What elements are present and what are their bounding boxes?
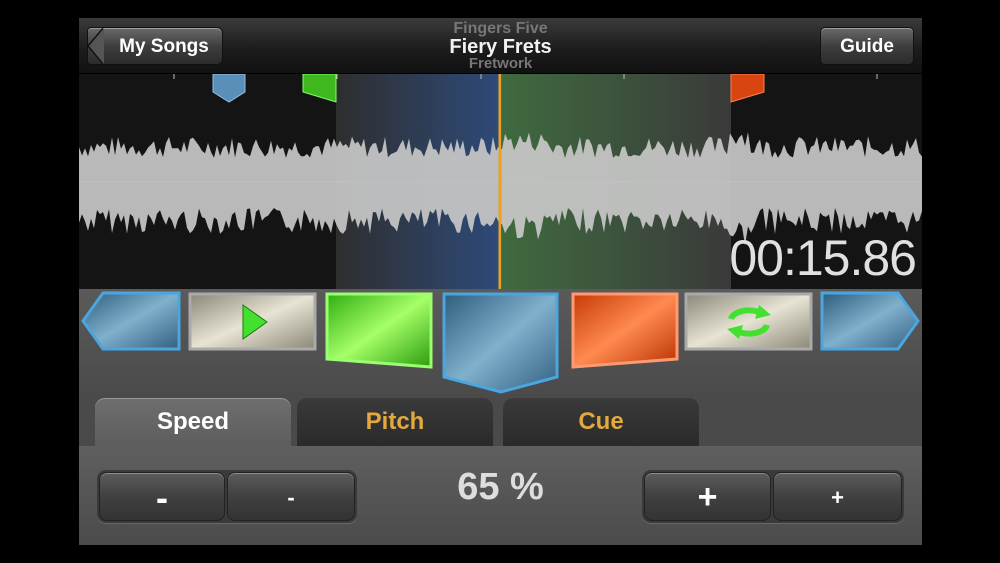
- skip-forward-button[interactable]: [820, 291, 920, 351]
- tab-cue[interactable]: Cue: [503, 398, 699, 446]
- speed-panel: - - 65 % + +: [79, 446, 922, 545]
- set-loop-start-button[interactable]: [325, 292, 433, 369]
- tab-speed[interactable]: Speed: [95, 398, 291, 450]
- guide-label: Guide: [840, 36, 894, 57]
- skip-back-button[interactable]: [81, 291, 181, 351]
- album-name: Fretwork: [468, 55, 533, 72]
- speed-increase-large-button[interactable]: +: [644, 472, 771, 521]
- speed-increase-small-button[interactable]: +: [773, 472, 902, 521]
- tab-bar: Speed Pitch Cue: [79, 394, 922, 450]
- play-button[interactable]: [188, 292, 317, 351]
- navigation-bar: My Songs Fingers Five Fiery Frets Fretwo…: [79, 18, 922, 74]
- app-window: My Songs Fingers Five Fiery Frets Fretwo…: [79, 18, 922, 545]
- transport-controls: [79, 289, 922, 399]
- waveform-view[interactable]: 00:15.86: [79, 74, 922, 289]
- loop-start-marker-flag[interactable]: [302, 74, 337, 103]
- toggle-loop-button[interactable]: [684, 292, 813, 351]
- speed-increase-group: + +: [642, 470, 904, 523]
- transport-controls-canvas: [81, 291, 920, 394]
- guide-button[interactable]: Guide: [820, 27, 914, 65]
- loop-end-marker-flag[interactable]: [730, 74, 765, 103]
- tab-pitch[interactable]: Pitch: [297, 398, 493, 446]
- set-loop-end-button[interactable]: [571, 292, 679, 369]
- cue-marker-button[interactable]: [442, 292, 559, 394]
- time-display: 00:15.86: [729, 230, 917, 286]
- cue-marker-flag[interactable]: [212, 74, 246, 103]
